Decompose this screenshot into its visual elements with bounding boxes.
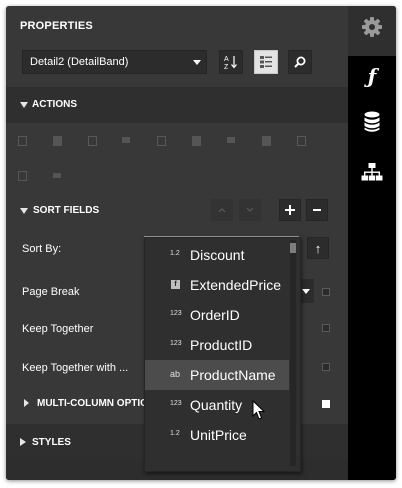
move-down-button[interactable]	[239, 199, 261, 221]
list-item-selected[interactable]: ab ProductName	[145, 360, 289, 390]
list-item-label: Discount	[190, 247, 245, 263]
scrollbar-thumb[interactable]	[290, 243, 296, 253]
list-item[interactable]: 123 Quantity	[145, 390, 289, 420]
hierarchy-icon[interactable]	[360, 160, 384, 184]
list-item[interactable]: 123 ProductID	[145, 330, 289, 360]
align-left-icon	[18, 136, 27, 146]
align-bars-icon	[53, 173, 61, 178]
function-icon[interactable]: ƒ	[360, 64, 384, 88]
list-item[interactable]: 1.2 Discount	[145, 240, 289, 270]
clipboard-icon	[192, 136, 201, 146]
styles-section-label: STYLES	[32, 437, 71, 448]
align-bars-icon	[227, 137, 235, 143]
list-item-label: Quantity	[190, 397, 243, 413]
add-sort-field-button[interactable]	[279, 199, 301, 221]
chevron-down-icon[interactable]	[193, 60, 201, 65]
document-filled-icon	[262, 136, 271, 146]
band-selector[interactable]: Detail2 (DetailBand)	[22, 50, 207, 74]
sort-alphabetical-button[interactable]: A Z	[219, 50, 243, 74]
document-icon	[297, 136, 306, 146]
align-bars-icon	[122, 137, 130, 143]
chevron-down-icon	[302, 289, 310, 294]
decimal-type-icon: 1.2	[170, 250, 180, 257]
calculated-field-icon: f	[171, 280, 180, 289]
integer-type-icon: 123	[170, 400, 182, 407]
list-item-label: ProductID	[190, 337, 253, 353]
multi-column-checkbox[interactable]	[322, 400, 330, 408]
database-icon[interactable]	[360, 110, 384, 134]
list-item[interactable]: 123 OrderID	[145, 300, 289, 330]
keep-together-checkbox[interactable]	[322, 324, 330, 332]
expand-triangle-icon	[20, 102, 28, 108]
search-button[interactable]	[288, 50, 312, 74]
actions-section-header[interactable]: ACTIONS	[6, 87, 348, 123]
remove-sort-field-button[interactable]	[306, 199, 328, 221]
page-break-label: Page Break	[22, 286, 80, 298]
sort-by-label: Sort By:	[22, 243, 62, 255]
document-icon	[88, 136, 97, 146]
panel-title: PROPERTIES	[20, 20, 93, 32]
svg-text:A: A	[224, 56, 229, 63]
list-item-label: OrderID	[190, 307, 240, 323]
list-item[interactable]: 1.2 UnitPrice	[145, 420, 289, 450]
integer-type-icon: 123	[170, 310, 182, 317]
align-left-icon	[18, 171, 27, 181]
list-item-label: ProductName	[190, 367, 276, 383]
move-up-button[interactable]	[211, 199, 233, 221]
minus-icon	[313, 209, 321, 211]
chevron-down-icon	[246, 207, 254, 212]
collapsed-triangle-icon	[20, 438, 26, 446]
properties-window: PROPERTIES Detail2 (DetailBand) A Z ACTI…	[6, 6, 396, 480]
mouse-pointer-icon	[252, 400, 266, 420]
band-selector-value: Detail2 (DetailBand)	[30, 56, 129, 68]
expand-triangle-icon	[20, 208, 28, 214]
gear-icon[interactable]	[360, 15, 384, 39]
actions-section-label: ACTIONS	[32, 99, 77, 110]
field-dropdown-list[interactable]: 1.2 Discount f ExtendedPrice 123 OrderID…	[144, 237, 301, 472]
keep-together-with-checkbox[interactable]	[322, 363, 330, 371]
categorized-view-button[interactable]	[254, 50, 278, 74]
list-item-label: UnitPrice	[190, 427, 247, 443]
integer-type-icon: 123	[170, 340, 182, 347]
svg-text:Z: Z	[224, 64, 229, 70]
keep-together-label: Keep Together	[22, 323, 94, 335]
document-lines-icon	[157, 136, 166, 146]
page-break-checkbox[interactable]	[322, 288, 330, 296]
decimal-type-icon: 1.2	[170, 430, 180, 437]
properties-panel: PROPERTIES Detail2 (DetailBand) A Z ACTI…	[6, 6, 348, 480]
string-type-icon: ab	[170, 369, 181, 379]
plus-icon	[285, 205, 295, 215]
list-item-label: ExtendedPrice	[190, 277, 282, 293]
clipboard-icon	[53, 136, 62, 146]
chevron-up-icon	[218, 208, 226, 213]
dropdown-scrollbar[interactable]	[290, 240, 296, 466]
collapsed-triangle-icon	[24, 399, 29, 407]
keep-together-with-label: Keep Together with ...	[22, 362, 129, 374]
sort-direction-button[interactable]: ↑	[307, 237, 329, 259]
arrow-up-icon: ↑	[314, 240, 322, 256]
sort-az-icon: A Z	[224, 56, 237, 70]
sort-fields-section-label: SORT FIELDS	[33, 205, 100, 216]
search-icon	[294, 56, 306, 68]
list-item[interactable]: f ExtendedPrice	[145, 270, 289, 300]
categorized-list-icon	[260, 56, 272, 68]
right-tool-sidebar: ƒ	[348, 6, 396, 480]
